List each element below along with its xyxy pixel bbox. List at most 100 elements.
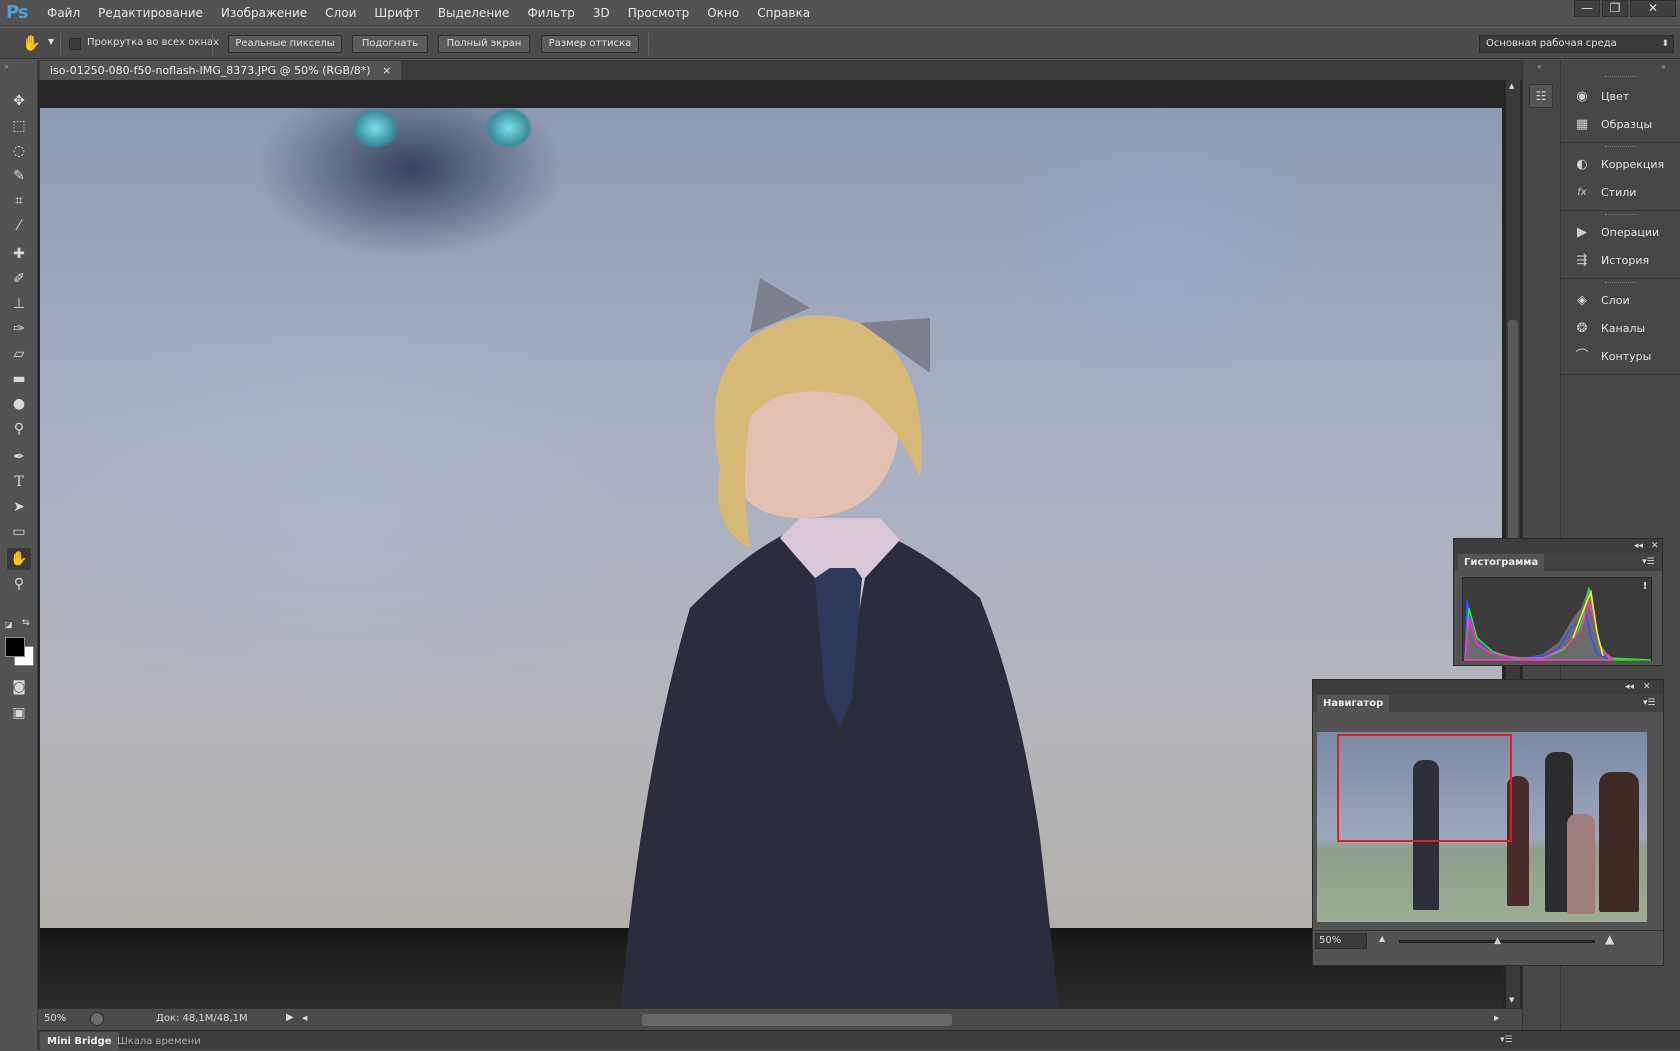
close-panel-icon[interactable]: ✕: [1651, 540, 1659, 552]
swap-colors-icon[interactable]: ⇆: [22, 618, 30, 628]
default-colors-icon[interactable]: ◪: [5, 620, 13, 629]
navigator-tab[interactable]: Навигатор: [1317, 695, 1390, 712]
marquee-tool-icon[interactable]: ⬚: [7, 115, 31, 137]
menu-help[interactable]: Справка: [757, 6, 810, 20]
collapse-arrows-icon[interactable]: »: [4, 62, 9, 71]
fit-screen-button[interactable]: Подогнать: [352, 35, 428, 53]
blur-tool-icon[interactable]: ●: [7, 393, 31, 415]
navigator-zoom-field[interactable]: 50%: [1315, 933, 1367, 949]
full-screen-button[interactable]: Полный экран: [438, 35, 530, 53]
scroll-all-windows-checkbox[interactable]: [69, 38, 81, 50]
foreground-color-swatch[interactable]: [5, 637, 25, 657]
dock-item-adjustments[interactable]: ◐ Коррекция: [1561, 152, 1679, 178]
dock-item-label: Слои: [1601, 294, 1630, 307]
dock-item-actions[interactable]: ▶ Операции: [1561, 220, 1679, 246]
status-bar: 50% Док: 48,1M/48,1M ▶ ◀ ▶: [38, 1008, 1522, 1030]
type-tool-icon[interactable]: T: [7, 471, 31, 493]
menu-3d[interactable]: 3D: [593, 6, 610, 20]
timeline-tab[interactable]: Шкала времени: [110, 1032, 208, 1051]
healing-brush-tool-icon[interactable]: ✚: [7, 243, 31, 265]
adjustments-icon: ◐: [1576, 157, 1588, 172]
menu-file[interactable]: Файл: [47, 6, 80, 20]
hand-tool-icon[interactable]: ✋: [7, 548, 31, 570]
chevron-down-icon[interactable]: ▼: [48, 37, 54, 46]
clone-stamp-tool-icon[interactable]: ⊥: [7, 293, 31, 315]
screen-mode-icon[interactable]: ▣: [7, 702, 31, 724]
restore-button[interactable]: ❐: [1602, 0, 1628, 17]
hand-tool-preset-icon[interactable]: ✋: [22, 34, 41, 52]
close-panel-icon[interactable]: ✕: [1643, 681, 1651, 693]
histogram-tab[interactable]: Гистограмма: [1458, 554, 1545, 571]
dock-item-color[interactable]: ◉ Цвет: [1561, 84, 1679, 110]
navigator-view-box[interactable]: [1337, 734, 1512, 842]
rectangle-tool-icon[interactable]: ▭: [7, 521, 31, 543]
zoom-out-mountain-icon[interactable]: ▲: [1379, 934, 1385, 943]
collapse-panel-icon[interactable]: ◂◂: [1634, 540, 1643, 552]
bottom-panel-bar: Mini Bridge Шкала времени ▾☰: [38, 1030, 1680, 1051]
gradient-tool-icon[interactable]: ▬: [7, 368, 31, 390]
zoom-in-mountain-icon[interactable]: ▲: [1605, 932, 1614, 946]
dodge-tool-icon[interactable]: ⚲: [7, 418, 31, 440]
scroll-right-arrow-icon[interactable]: ▶: [1494, 1014, 1499, 1022]
path-selection-tool-icon[interactable]: ➤: [7, 496, 31, 518]
actual-pixels-button[interactable]: Реальные пикселы: [228, 35, 342, 53]
menu-edit[interactable]: Редактирование: [98, 6, 203, 20]
zoom-slider-knob[interactable]: ▲: [1494, 936, 1501, 946]
status-menu-arrow-icon[interactable]: ▶: [286, 1012, 294, 1023]
quick-selection-tool-icon[interactable]: ✎: [7, 165, 31, 187]
mini-bridge-tab[interactable]: Mini Bridge: [40, 1032, 119, 1051]
dock-item-label: Стили: [1601, 186, 1637, 199]
scroll-up-arrow-icon[interactable]: ▲: [1509, 82, 1514, 90]
canvas-area[interactable]: [38, 80, 1522, 1008]
scroll-down-arrow-icon[interactable]: ▼: [1509, 996, 1514, 1004]
document-image[interactable]: [40, 108, 1502, 1008]
workspace-select[interactable]: Основная рабочая среда ⬍: [1479, 35, 1674, 53]
dock-item-styles[interactable]: fx Стили: [1561, 180, 1679, 206]
menu-filter[interactable]: Фильтр: [527, 6, 574, 20]
history-brush-tool-icon[interactable]: ✑: [7, 318, 31, 340]
styles-fx-icon: fx: [1577, 187, 1587, 198]
eraser-tool-icon[interactable]: ▱: [7, 343, 31, 365]
color-palette-icon: ◉: [1576, 89, 1588, 104]
quick-mask-icon[interactable]: ◙: [7, 676, 31, 698]
lasso-tool-icon[interactable]: ◌: [7, 140, 31, 162]
minimize-button[interactable]: —: [1574, 0, 1600, 17]
panel-options-icon[interactable]: ☷: [1529, 84, 1553, 108]
zoom-level[interactable]: 50%: [44, 1013, 66, 1024]
collapse-dock-icon[interactable]: «: [1537, 62, 1542, 71]
document-tab[interactable]: iso-01250-080-f50-noflash-IMG_8373.JPG @…: [40, 61, 402, 80]
cache-warning-icon[interactable]: !: [1639, 581, 1651, 593]
navigator-zoom-slider[interactable]: ▲: [1399, 936, 1595, 946]
print-size-button[interactable]: Размер оттиска: [541, 35, 639, 53]
status-info-icon[interactable]: [90, 1012, 104, 1026]
menu-type[interactable]: Шрифт: [374, 6, 420, 20]
eyedropper-tool-icon[interactable]: ⁄: [7, 215, 31, 237]
dock-item-paths[interactable]: ⌒ Контуры: [1561, 344, 1679, 370]
dock-item-history[interactable]: ⇶ История: [1561, 248, 1679, 274]
horizontal-scroll-thumb[interactable]: [642, 1014, 952, 1026]
menu-image[interactable]: Изображение: [221, 6, 307, 20]
menu-select[interactable]: Выделение: [438, 6, 509, 20]
close-window-button[interactable]: ✕: [1630, 0, 1676, 17]
zoom-tool-icon[interactable]: ⚲: [7, 573, 31, 595]
dock-item-swatches[interactable]: ▦ Образцы: [1561, 112, 1679, 138]
brush-tool-icon[interactable]: ✐: [7, 268, 31, 290]
panel-menu-icon[interactable]: ▾☰: [1500, 1035, 1513, 1045]
panel-menu-icon[interactable]: ▾☰: [1643, 697, 1656, 709]
menu-window[interactable]: Окно: [707, 6, 739, 20]
crop-tool-icon[interactable]: ⌗: [7, 190, 31, 212]
dock-item-channels[interactable]: ❂ Каналы: [1561, 316, 1679, 342]
document-size-info: Док: 48,1M/48,1M: [156, 1013, 248, 1024]
scroll-left-arrow-icon[interactable]: ◀: [302, 1014, 307, 1022]
navigator-thumbnail[interactable]: [1317, 732, 1647, 922]
expand-dock-icon[interactable]: »: [1661, 62, 1666, 71]
close-tab-icon[interactable]: ×: [382, 64, 391, 77]
histogram-chart: [1464, 586, 1652, 661]
move-tool-icon[interactable]: ✥: [7, 90, 31, 112]
menu-view[interactable]: Просмотр: [628, 6, 690, 20]
dock-item-layers[interactable]: ◈ Слои: [1561, 288, 1679, 314]
menu-layers[interactable]: Слои: [325, 6, 356, 20]
pen-tool-icon[interactable]: ✒: [7, 446, 31, 468]
collapse-panel-icon[interactable]: ◂◂: [1625, 681, 1634, 693]
panel-menu-icon[interactable]: ▾☰: [1642, 556, 1655, 568]
